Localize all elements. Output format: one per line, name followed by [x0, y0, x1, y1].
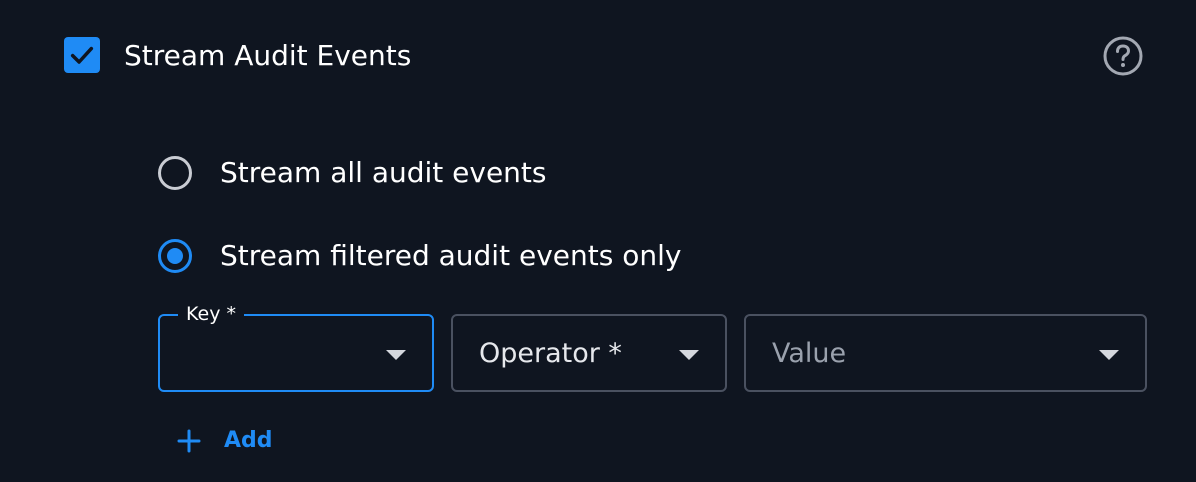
value-select-placeholder: Value	[772, 338, 847, 369]
radio-stream-filtered[interactable]: Stream filtered audit events only	[158, 238, 681, 274]
stream-audit-events-panel: Stream Audit Events Stream all audit eve…	[0, 0, 1196, 482]
stream-audit-events-label: Stream Audit Events	[124, 39, 412, 72]
chevron-down-icon	[1099, 350, 1119, 360]
key-select[interactable]: Key *	[158, 302, 434, 392]
add-filter-button[interactable]: Add	[176, 424, 273, 458]
question-circle-icon[interactable]	[1102, 35, 1144, 77]
radio-button-unselected[interactable]	[158, 156, 192, 190]
operator-select[interactable]: Operator *	[451, 314, 727, 392]
add-filter-label: Add	[224, 428, 273, 453]
radio-stream-filtered-label: Stream filtered audit events only	[220, 239, 682, 272]
key-select-label: Key *	[178, 302, 244, 326]
checkmark-icon	[70, 46, 94, 64]
plus-icon	[177, 429, 201, 453]
operator-select-placeholder: Operator *	[479, 338, 622, 369]
radio-button-selected[interactable]	[158, 239, 192, 273]
chevron-down-icon	[679, 350, 699, 360]
value-select[interactable]: Value	[744, 314, 1147, 392]
chevron-down-icon	[386, 350, 406, 360]
radio-stream-all-label: Stream all audit events	[220, 156, 547, 189]
stream-audit-events-checkbox[interactable]	[64, 37, 100, 73]
radio-stream-all[interactable]: Stream all audit events	[158, 155, 547, 191]
